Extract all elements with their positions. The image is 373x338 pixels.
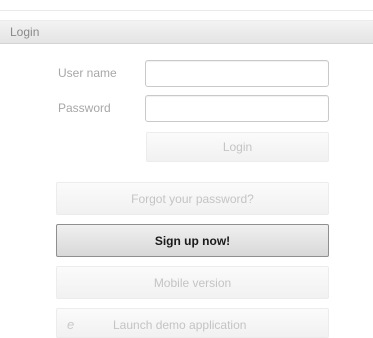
username-label: User name — [58, 66, 117, 80]
panel-title: Login — [10, 25, 40, 39]
password-label: Password — [58, 101, 111, 115]
sign-up-label: Sign up now! — [154, 233, 231, 248]
forgot-password-button[interactable]: Forgot your password? — [56, 182, 329, 215]
panel-header: Login — [0, 20, 373, 44]
launch-demo-label: Launch demo application — [113, 318, 247, 332]
internet-explorer-icon: e — [67, 317, 75, 332]
divider — [0, 10, 373, 11]
login-panel: Login User name Password Login Forgot yo… — [0, 0, 373, 338]
forgot-password-label: Forgot your password? — [131, 191, 254, 206]
launch-demo-button[interactable]: e Launch demo application — [56, 308, 329, 338]
login-button-label: Login — [222, 140, 253, 154]
mobile-version-button[interactable]: Mobile version — [56, 266, 329, 299]
username-input[interactable] — [145, 60, 329, 87]
password-input[interactable] — [145, 95, 329, 122]
sign-up-button[interactable]: Sign up now! — [56, 224, 329, 257]
mobile-version-label: Mobile version — [153, 275, 232, 290]
login-button[interactable]: Login — [146, 132, 329, 162]
